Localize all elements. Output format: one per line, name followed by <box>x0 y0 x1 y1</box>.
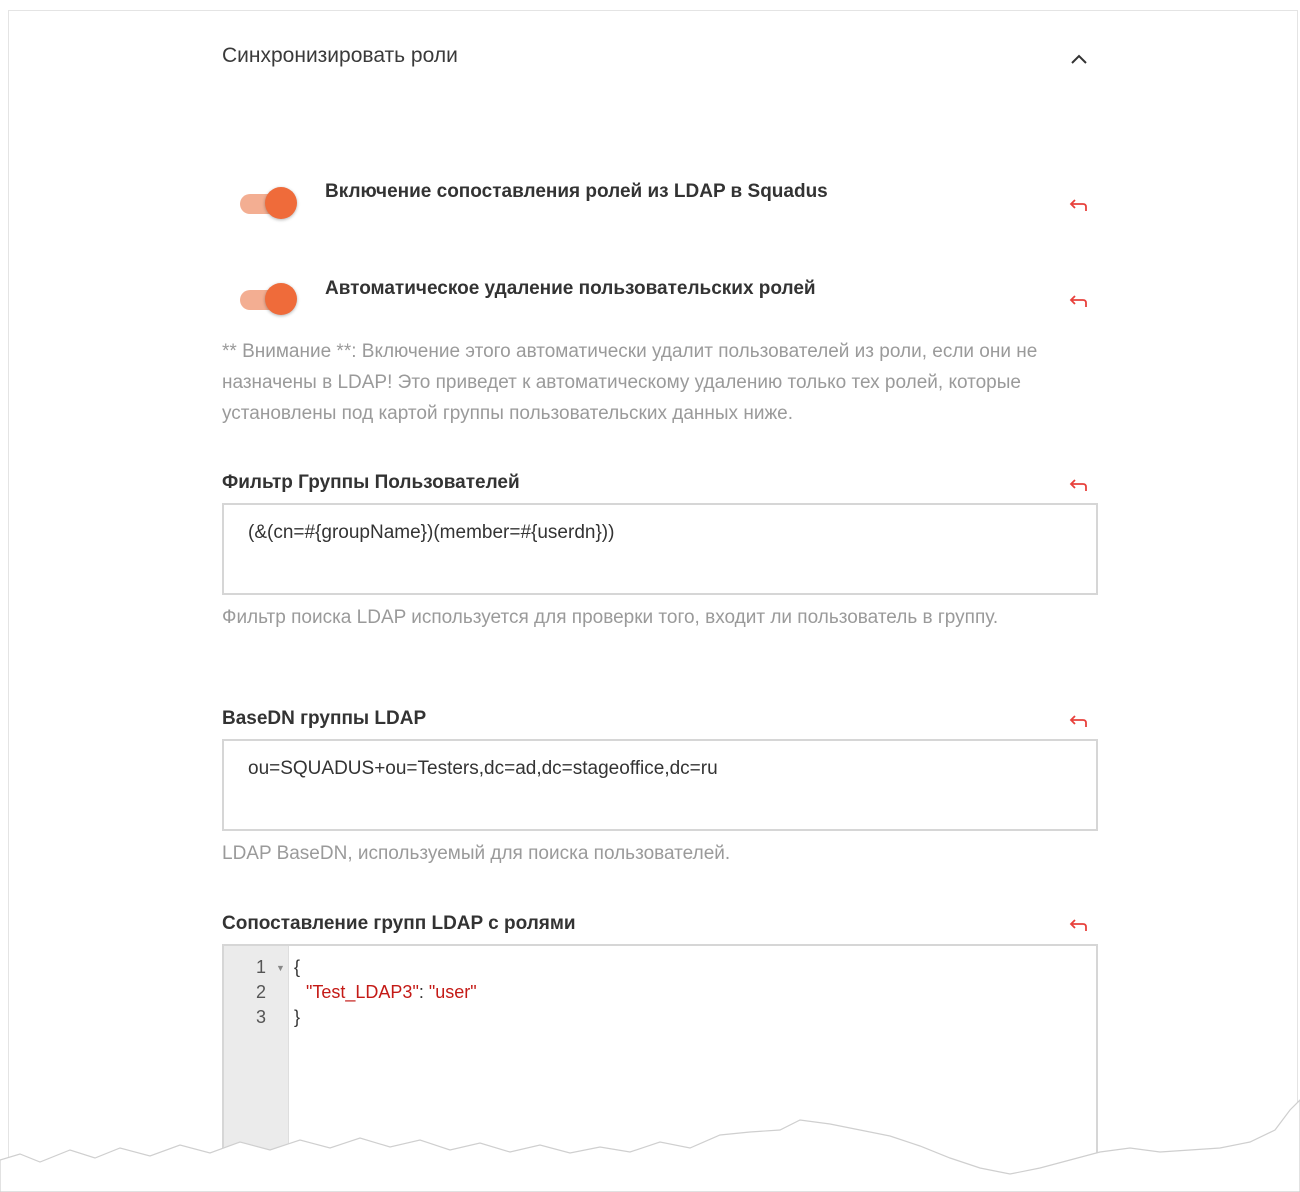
group-basedn-input[interactable]: ou=SQUADUS+ou=Testers,dc=ad,dc=stageoffi… <box>222 739 1098 831</box>
reset-arrow-icon[interactable] <box>1069 918 1089 932</box>
json-key: "Test_LDAP3" <box>306 982 419 1002</box>
json-value: "user" <box>428 982 477 1002</box>
reset-arrow-icon[interactable] <box>1069 714 1089 728</box>
torn-edge-decoration <box>0 1099 1300 1192</box>
line-number: 3 <box>255 1007 266 1027</box>
group-basedn-help: LDAP BaseDN, используемый для поиска пол… <box>222 843 731 864</box>
warning-text: ** Внимание **: Включение этого автомати… <box>222 341 1038 424</box>
auto-remove-roles-label: Автоматическое удаление пользовательских… <box>325 278 816 299</box>
reset-arrow-icon[interactable] <box>1069 294 1089 308</box>
group-filter-input[interactable]: (&(cn=#{groupName})(member=#{userdn})) <box>222 503 1098 595</box>
group-basedn-label: BaseDN группы LDAP <box>222 708 427 729</box>
role-mapping-label: Сопоставление групп LDAP с ролями <box>222 913 576 934</box>
reset-arrow-icon[interactable] <box>1069 478 1089 492</box>
code-line: "Test_LDAP3": "user" <box>306 982 477 1002</box>
ldap-role-mapping-label: Включение сопоставления ролей из LDAP в … <box>325 181 828 202</box>
section-title: Синхронизировать роли <box>222 44 458 67</box>
ldap-role-mapping-toggle[interactable] <box>238 186 300 222</box>
toggle-thumb <box>265 187 297 219</box>
group-filter-help: Фильтр поиска LDAP используется для пров… <box>222 607 999 628</box>
reset-arrow-icon[interactable] <box>1069 198 1089 212</box>
auto-remove-roles-toggle[interactable] <box>238 282 300 318</box>
code-line: { <box>294 957 301 977</box>
line-number: 1 <box>255 957 266 977</box>
toggle-thumb <box>265 283 297 315</box>
group-filter-label: Фильтр Группы Пользователей <box>222 472 520 493</box>
fold-arrow-icon[interactable]: ▼ <box>276 956 285 981</box>
code-line: } <box>294 1007 301 1027</box>
chevron-up-icon[interactable] <box>1068 48 1090 70</box>
line-number: 2 <box>255 982 266 1002</box>
